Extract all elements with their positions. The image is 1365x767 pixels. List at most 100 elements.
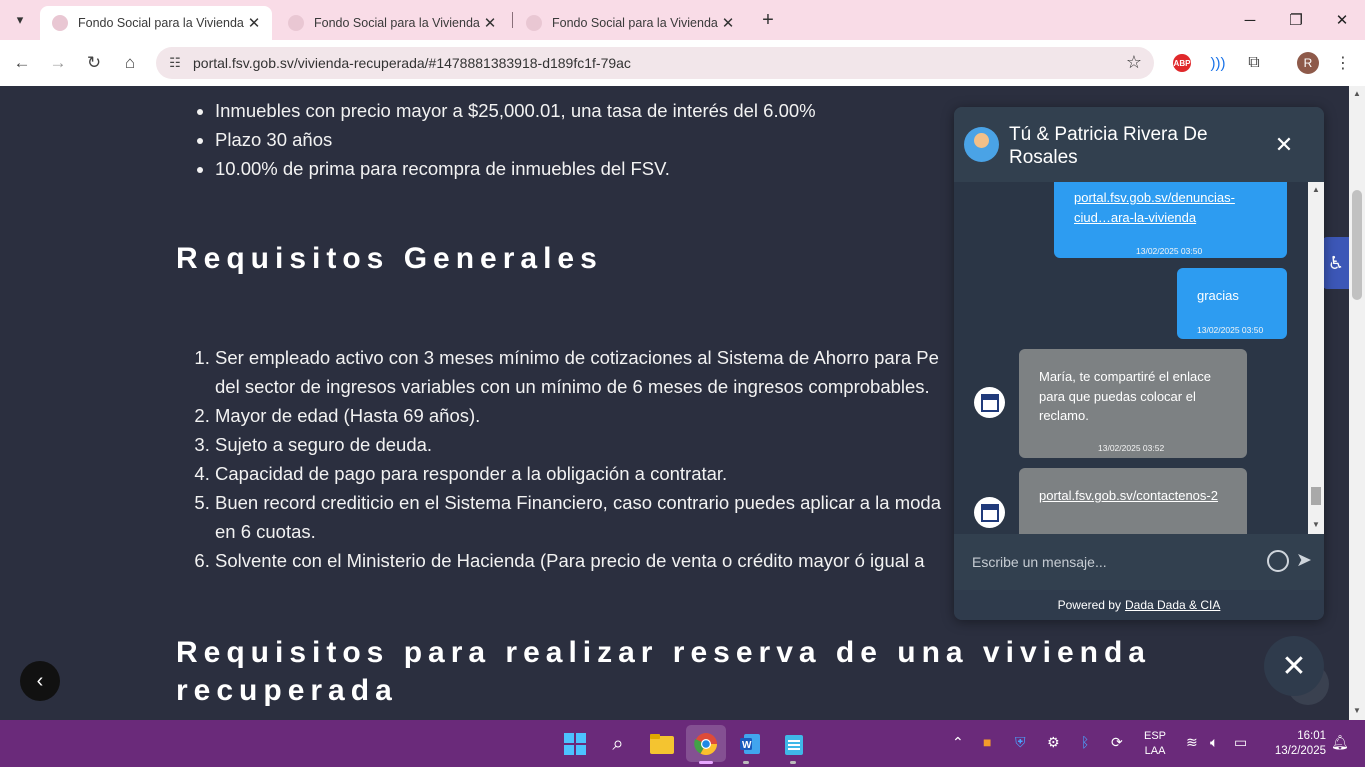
agent-avatar-icon [964, 127, 999, 162]
scrollbar-thumb[interactable] [1311, 487, 1321, 505]
list-item: Solvente con el Ministerio de Hacienda (… [215, 546, 941, 575]
message-link-wrap: portal.fsv.gob.sv/contactenos-2 [1039, 486, 1234, 506]
chat-widget: Tú & Patricia Rivera De Rosales ✕ portal… [954, 107, 1324, 620]
loan-conditions-list: Inmuebles con precio mayor a $25,000.01,… [215, 96, 816, 183]
list-item: Capacidad de pago para responder a la ob… [215, 459, 941, 488]
word-running-indicator [743, 761, 749, 764]
network-tool-icon[interactable]: ⚙ [1047, 734, 1060, 751]
scroll-down-arrow-icon[interactable]: ▼ [1352, 706, 1362, 715]
chat-toggle-close-button[interactable]: ✕ [1264, 636, 1324, 696]
security-shield-icon[interactable]: ⛨ [1015, 734, 1026, 751]
tab-search-button[interactable]: ▾ [8, 8, 32, 32]
tab-title: Fondo Social para la Vivienda - [78, 16, 244, 30]
minimize-button[interactable]: ─ [1227, 4, 1273, 36]
message-input[interactable]: Escribe un mensaje... [972, 554, 1107, 570]
site-favicon-icon [288, 15, 304, 31]
search-icon[interactable]: ⌕ [604, 730, 632, 758]
keyboard-layout: LAA [1144, 745, 1166, 757]
reload-button[interactable]: ↻ [80, 49, 108, 77]
browser-menu-icon[interactable]: ⋮ [1332, 52, 1354, 74]
chat-footer: Powered by Dada Dada & CIA [954, 590, 1324, 620]
battery-icon[interactable]: ▭ [1234, 734, 1247, 751]
fsv-bot-icon [974, 497, 1005, 528]
sync-icon[interactable]: ⟳ [1111, 734, 1123, 751]
tab-strip: ▾ Fondo Social para la Vivienda - ✕ Fond… [0, 0, 1365, 40]
system-clock[interactable]: 16:01 13/2/2025 [1262, 729, 1326, 759]
chat-message: gracias 13/02/2025 03:50 [1177, 268, 1287, 339]
list-item: Mayor de edad (Hasta 69 años). [215, 401, 941, 430]
message-link[interactable]: portal.fsv.gob.sv/contactenos-2 [1039, 488, 1218, 503]
word-icon[interactable]: W [736, 730, 764, 758]
read-aloud-extension-icon[interactable]: ))) [1207, 52, 1229, 74]
input-language-indicator[interactable]: ESP LAA [1144, 729, 1166, 759]
tab-separator [512, 12, 513, 28]
site-info-icon[interactable]: ☷ [166, 54, 184, 72]
list-item: Plazo 30 años [215, 125, 816, 154]
close-tab-icon[interactable]: ✕ [718, 13, 738, 33]
close-window-button[interactable]: ✕ [1319, 4, 1365, 36]
message-time: 13/02/2025 03:50 [1136, 246, 1203, 256]
notepad-icon[interactable] [780, 730, 808, 758]
adblock-icon: ABP [1173, 54, 1191, 72]
scroll-down-arrow-icon[interactable]: ▼ [1311, 520, 1321, 529]
previous-arrow-button[interactable]: ‹ [20, 661, 60, 701]
url-text: portal.fsv.gob.sv/vivienda-recuperada/#1… [193, 55, 631, 71]
tab-1[interactable]: Fondo Social para la Vivienda - ✕ [40, 6, 272, 40]
chat-title: Tú & Patricia Rivera De Rosales [1009, 124, 1208, 168]
volume-icon[interactable]: 🔈︎ [1210, 734, 1218, 751]
app-tray-icon[interactable]: ■ [983, 734, 991, 750]
send-icon[interactable]: ➤ [1296, 549, 1312, 572]
list-item: Ser empleado activo con 3 meses mínimo d… [215, 343, 941, 401]
site-favicon-icon [526, 15, 542, 31]
wifi-icon[interactable]: ≋ [1186, 734, 1198, 751]
close-icon[interactable]: ✕ [1272, 132, 1296, 157]
page-scrollbar[interactable]: ▲ ▼ [1349, 86, 1365, 720]
chat-scrollbar[interactable]: ▲ ▼ [1308, 182, 1324, 534]
bluetooth-icon[interactable]: ᛒ [1081, 734, 1089, 750]
address-bar[interactable]: ☷ portal.fsv.gob.sv/vivienda-recuperada/… [156, 47, 1154, 79]
accessibility-icon[interactable]: ♿ [1323, 237, 1349, 289]
list-item: Inmuebles con precio mayor a $25,000.01,… [215, 96, 816, 125]
requirements-list: Ser empleado activo con 3 meses mínimo d… [215, 343, 941, 575]
bookmark-star-icon[interactable]: ☆ [1126, 52, 1142, 73]
tab-2[interactable]: Fondo Social para la Vivienda - ✕ [276, 6, 508, 40]
clock-date: 13/2/2025 [1274, 745, 1326, 757]
clock-time: 16:01 [1297, 730, 1326, 742]
emoji-icon[interactable] [1267, 550, 1289, 572]
restore-button[interactable]: ❐ [1273, 4, 1319, 36]
extensions-puzzle-icon[interactable]: ⧉ [1243, 52, 1265, 74]
close-tab-icon[interactable]: ✕ [480, 13, 500, 33]
close-tab-icon[interactable]: ✕ [244, 13, 264, 33]
profile-avatar[interactable]: R [1297, 52, 1319, 74]
file-explorer-icon[interactable] [648, 730, 676, 758]
chat-message: portal.fsv.gob.sv/contactenos-2 [1019, 468, 1247, 534]
list-item: Sujeto a seguro de deuda. [215, 430, 941, 459]
chrome-icon[interactable] [686, 725, 726, 762]
home-button[interactable]: ⌂ [116, 49, 144, 77]
back-button[interactable]: ← [8, 49, 36, 77]
powered-by-label: Powered by [1057, 598, 1121, 612]
scroll-up-arrow-icon[interactable]: ▲ [1311, 185, 1321, 194]
notepad-running-indicator [790, 761, 796, 764]
start-windows-icon[interactable] [561, 730, 589, 758]
message-composer: Escribe un mensaje... ➤ [954, 534, 1324, 590]
svg-text:W: W [742, 740, 752, 751]
message-link[interactable]: portal.fsv.gob.sv/denuncias-ciud…ara-la-… [1074, 190, 1235, 225]
message-text: María, te compartiré el enlace para que … [1039, 369, 1211, 423]
forward-button[interactable]: → [44, 49, 72, 77]
scrollbar-thumb[interactable] [1352, 190, 1362, 300]
powered-by-link[interactable]: Dada Dada & CIA [1125, 598, 1220, 612]
fsv-bot-icon [974, 387, 1005, 418]
chat-header: Tú & Patricia Rivera De Rosales ✕ [954, 107, 1324, 182]
tab-title: Fondo Social para la Vivienda - [314, 16, 480, 30]
chrome-running-indicator [699, 761, 713, 764]
notifications-bell-icon[interactable]: 🔔︎ [1331, 734, 1349, 751]
show-hidden-icons-chevron-icon[interactable]: ⌃ [952, 734, 964, 751]
chat-message: María, te compartiré el enlace para que … [1019, 349, 1247, 458]
new-tab-button[interactable]: + [756, 8, 780, 32]
tab-3[interactable]: Fondo Social para la Vivienda - ✕ [514, 6, 746, 40]
adblock-extension-button[interactable]: ABP [1171, 52, 1193, 74]
chat-messages[interactable]: portal.fsv.gob.sv/denuncias-ciud…ara-la-… [954, 182, 1308, 534]
scroll-up-arrow-icon[interactable]: ▲ [1352, 89, 1362, 98]
message-text: gracias [1197, 288, 1239, 303]
